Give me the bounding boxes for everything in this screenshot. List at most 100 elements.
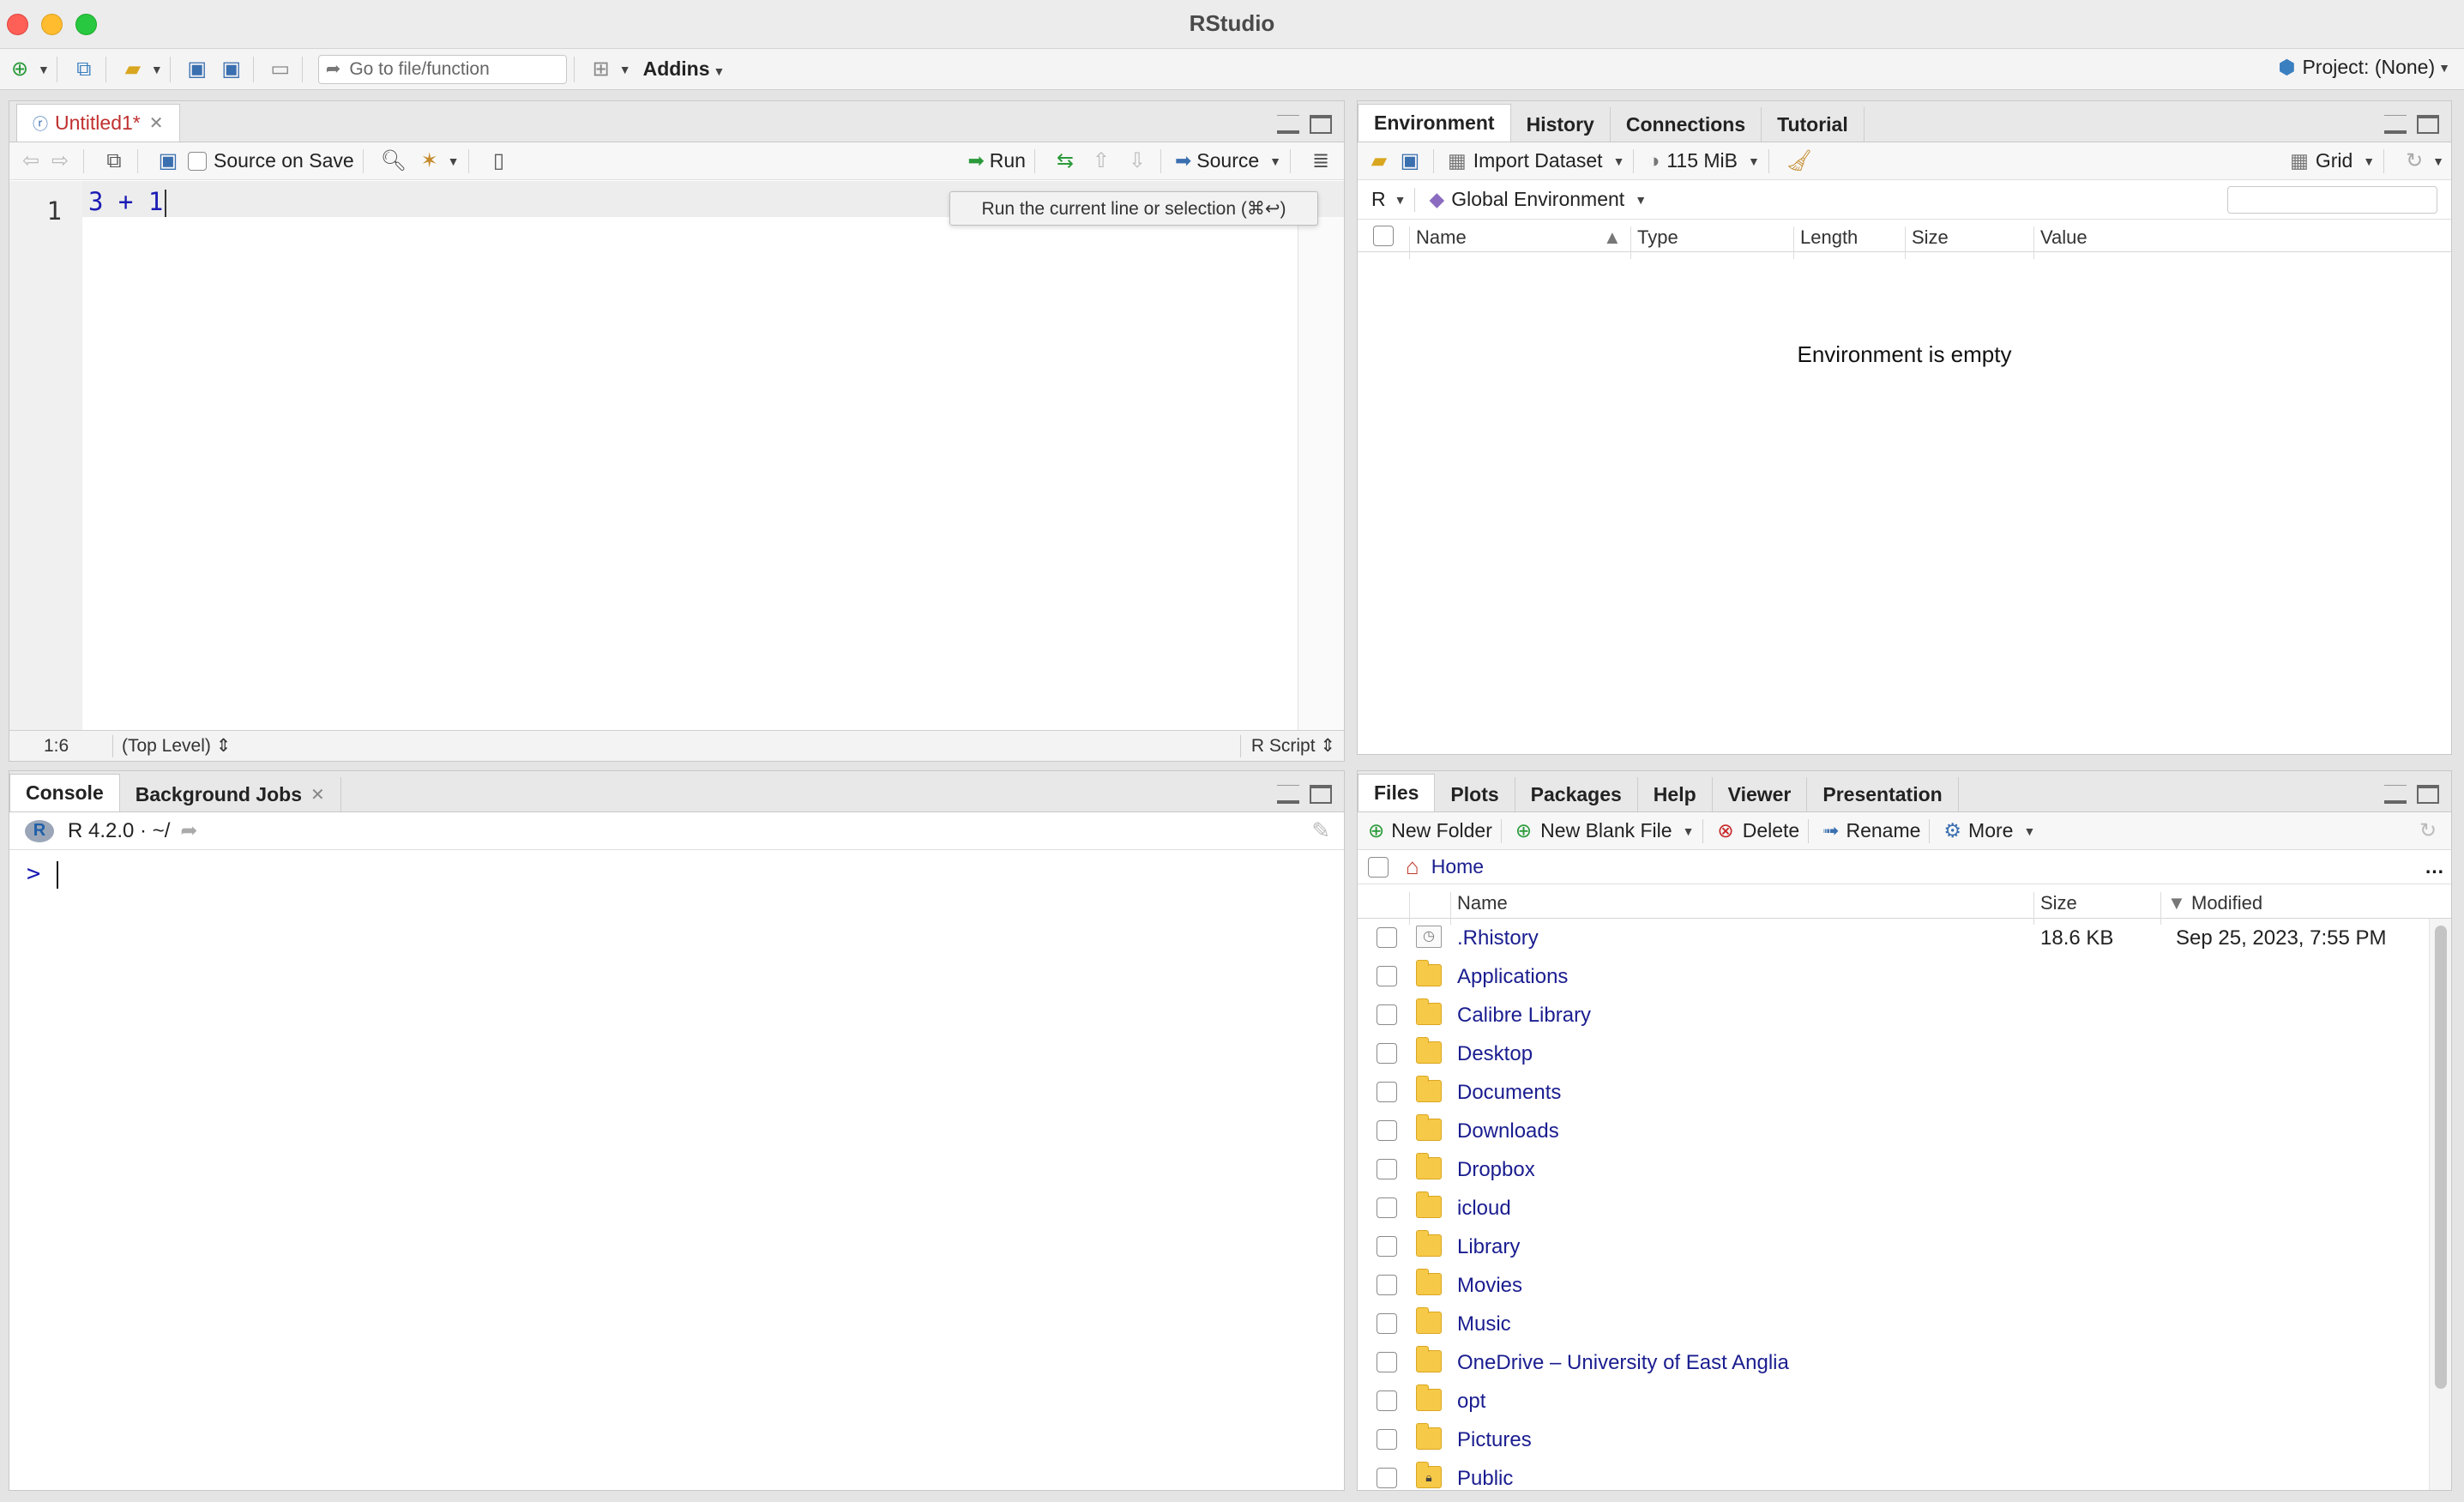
filetype-selector[interactable]: R Script ⇕ bbox=[1251, 735, 1335, 757]
row-checkbox[interactable] bbox=[1377, 1352, 1397, 1372]
goto-input[interactable] bbox=[349, 58, 547, 80]
go-up-icon[interactable]: ⇧ bbox=[1087, 147, 1116, 176]
back-arrow-icon[interactable]: ⇦ bbox=[16, 147, 45, 176]
file-name[interactable]: Desktop bbox=[1457, 1042, 1533, 1066]
broom-icon[interactable]: 🧹︎ bbox=[1785, 147, 1814, 176]
row-checkbox[interactable] bbox=[1377, 1390, 1397, 1411]
close-icon[interactable]: ✕ bbox=[149, 112, 164, 134]
rerun-icon[interactable]: ⇆ bbox=[1051, 147, 1080, 176]
refresh-icon[interactable]: ↻ bbox=[2413, 817, 2443, 846]
chevron-down-icon[interactable]: ▼ bbox=[38, 63, 50, 76]
minimize-pane-icon[interactable] bbox=[1277, 785, 1299, 804]
column-type[interactable]: Type bbox=[1637, 226, 1678, 249]
row-checkbox[interactable] bbox=[1377, 1197, 1397, 1218]
goto-dir-icon[interactable]: ➦ bbox=[180, 818, 197, 843]
breadcrumb-home[interactable]: Home bbox=[1431, 855, 1484, 878]
tab-help[interactable]: Help bbox=[1638, 777, 1713, 811]
scope-selector[interactable]: ◆ Global Environment ▼ bbox=[1429, 188, 1647, 211]
open-folder-icon[interactable]: ▰ bbox=[118, 55, 148, 84]
file-name[interactable]: Music bbox=[1457, 1312, 1511, 1336]
tab-background-jobs[interactable]: Background Jobs ✕ bbox=[120, 777, 341, 811]
addins-menu[interactable]: Addins ▼ bbox=[643, 57, 726, 81]
chevron-down-icon[interactable]: ▼ bbox=[448, 154, 460, 168]
select-all-checkbox[interactable] bbox=[1373, 226, 1394, 246]
save-all-icon[interactable]: ▣ bbox=[217, 55, 246, 84]
memory-usage-button[interactable]: ◑ 115 MiB ▼ bbox=[1648, 149, 1759, 172]
go-down-icon[interactable]: ⇩ bbox=[1123, 147, 1152, 176]
goto-file-function[interactable]: ➦ bbox=[317, 54, 567, 84]
file-name[interactable]: Public bbox=[1457, 1467, 1513, 1490]
tab-console[interactable]: Console bbox=[9, 774, 120, 811]
table-row[interactable]: 🔒︎ Public bbox=[1358, 1459, 2429, 1490]
column-size[interactable]: Size bbox=[1912, 226, 1949, 249]
new-blank-file-button[interactable]: ⊕ New Blank File ▼ bbox=[1515, 819, 1695, 842]
select-all-checkbox[interactable] bbox=[1368, 856, 1389, 878]
tab-viewer[interactable]: Viewer bbox=[1713, 777, 1808, 811]
column-modified[interactable]: Modified bbox=[2191, 892, 2262, 914]
column-size[interactable]: Size bbox=[2040, 892, 2077, 914]
minimize-pane-icon[interactable] bbox=[2384, 785, 2407, 804]
source-on-save-checkbox[interactable] bbox=[188, 151, 207, 171]
table-row[interactable]: Documents bbox=[1358, 1073, 2429, 1112]
row-checkbox[interactable] bbox=[1377, 1159, 1397, 1179]
row-checkbox[interactable] bbox=[1377, 1004, 1397, 1025]
maximize-pane-icon[interactable] bbox=[2417, 785, 2439, 804]
table-row[interactable]: OneDrive – University of East Anglia bbox=[1358, 1343, 2429, 1382]
compile-report-icon[interactable]: ▯ bbox=[485, 147, 514, 176]
tab-untitled1[interactable]: ⓡ Untitled1* ✕ bbox=[16, 104, 180, 142]
new-project-icon[interactable]: ⧉ bbox=[69, 55, 99, 84]
table-row[interactable]: Dropbox bbox=[1358, 1150, 2429, 1189]
table-row[interactable]: Music bbox=[1358, 1305, 2429, 1343]
delete-button[interactable]: ⊗ Delete bbox=[1717, 819, 1799, 842]
column-name[interactable]: Name bbox=[1457, 892, 1508, 914]
language-selector[interactable]: R ▼ bbox=[1371, 188, 1406, 211]
table-row[interactable]: icloud bbox=[1358, 1189, 2429, 1228]
source-button[interactable]: ➡ Source ▼ bbox=[1175, 149, 1281, 172]
source-on-save-toggle[interactable]: Source on Save bbox=[188, 149, 354, 172]
forward-arrow-icon[interactable]: ⇨ bbox=[45, 147, 75, 176]
clear-console-icon[interactable]: ✎ bbox=[1311, 817, 1330, 844]
table-row[interactable]: Library bbox=[1358, 1228, 2429, 1266]
minimize-pane-icon[interactable] bbox=[2384, 115, 2407, 134]
table-row[interactable]: Pictures bbox=[1358, 1421, 2429, 1459]
chevron-down-icon[interactable]: ▼ bbox=[619, 63, 631, 76]
file-name[interactable]: Dropbox bbox=[1457, 1158, 1535, 1182]
row-checkbox[interactable] bbox=[1377, 1120, 1397, 1141]
row-checkbox[interactable] bbox=[1377, 1313, 1397, 1334]
row-checkbox[interactable] bbox=[1377, 1275, 1397, 1295]
tab-presentation[interactable]: Presentation bbox=[1807, 777, 1959, 811]
file-name[interactable]: icloud bbox=[1457, 1197, 1511, 1221]
more-dots-icon[interactable]: … bbox=[2425, 855, 2444, 878]
more-menu[interactable]: ⚙ More ▼ bbox=[1943, 819, 2035, 842]
row-checkbox[interactable] bbox=[1377, 1468, 1397, 1488]
code-line[interactable]: 3 + 1 bbox=[88, 187, 163, 216]
console-prompt[interactable]: > bbox=[27, 860, 58, 889]
minimize-pane-icon[interactable] bbox=[1277, 115, 1299, 134]
maximize-pane-icon[interactable] bbox=[1310, 785, 1332, 804]
column-name[interactable]: Name bbox=[1416, 226, 1467, 249]
scope-selector[interactable]: (Top Level) ⇕ bbox=[122, 735, 231, 757]
load-workspace-icon[interactable]: ▰ bbox=[1365, 147, 1394, 176]
code-editor[interactable]: 3 + 1 bbox=[88, 187, 167, 217]
new-folder-button[interactable]: ⊕ New Folder bbox=[1368, 819, 1492, 842]
row-checkbox[interactable] bbox=[1377, 1236, 1397, 1257]
row-checkbox[interactable] bbox=[1377, 927, 1397, 948]
file-name[interactable]: Library bbox=[1457, 1235, 1520, 1259]
table-row[interactable]: opt bbox=[1358, 1382, 2429, 1421]
print-icon[interactable]: ▭ bbox=[266, 55, 295, 84]
row-checkbox[interactable] bbox=[1377, 1043, 1397, 1064]
grid-view-button[interactable]: ▦ Grid ▼ bbox=[2290, 149, 2375, 172]
file-name[interactable]: Documents bbox=[1457, 1081, 1561, 1105]
column-length[interactable]: Length bbox=[1800, 226, 1858, 249]
row-checkbox[interactable] bbox=[1377, 966, 1397, 986]
row-checkbox[interactable] bbox=[1377, 1429, 1397, 1450]
file-name[interactable]: Downloads bbox=[1457, 1119, 1559, 1143]
row-checkbox[interactable] bbox=[1377, 1082, 1397, 1102]
tab-tutorial[interactable]: Tutorial bbox=[1762, 107, 1865, 142]
table-row[interactable]: Calibre Library bbox=[1358, 996, 2429, 1035]
column-value[interactable]: Value bbox=[2040, 226, 2087, 249]
file-name[interactable]: Applications bbox=[1457, 965, 1568, 989]
grid-layout-icon[interactable]: ⊞ bbox=[587, 55, 616, 84]
maximize-pane-icon[interactable] bbox=[2417, 115, 2439, 134]
file-name[interactable]: .Rhistory bbox=[1457, 926, 1539, 950]
